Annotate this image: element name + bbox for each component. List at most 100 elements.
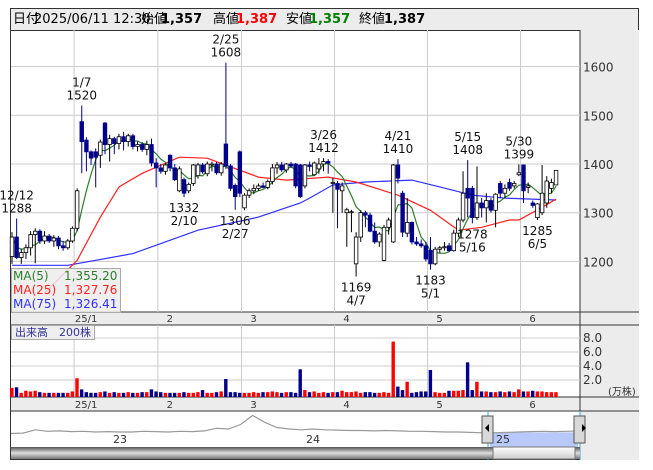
candle-body (172, 167, 177, 180)
volume-label: 出来高 200株 (11, 325, 95, 340)
candle (237, 150, 243, 198)
candle (367, 212, 373, 233)
volume-bar (303, 390, 307, 397)
candle-body (98, 141, 103, 156)
candle (418, 239, 424, 248)
candle (246, 188, 252, 199)
candle-body (330, 182, 336, 184)
volume-bar (117, 392, 121, 397)
volume-bar (56, 392, 61, 397)
volume-bar (554, 392, 558, 397)
volume-bar (489, 392, 493, 397)
candle-body (191, 164, 196, 184)
candle-body (251, 187, 256, 192)
candle (144, 140, 150, 156)
volume-bar (517, 389, 521, 397)
candle-body (535, 203, 540, 218)
candle-body (70, 227, 75, 242)
candle (228, 164, 233, 191)
candle-body (391, 164, 396, 243)
volume-bar (317, 392, 321, 397)
candle-body (181, 179, 187, 194)
legend-ma25: MA(25) 1,327.76 (12, 283, 120, 297)
volume-bar (451, 390, 456, 397)
volume-bar (182, 392, 186, 397)
volume-bar (312, 391, 316, 397)
volume-bar (331, 392, 335, 397)
candle-body (9, 236, 15, 257)
volume-bar (28, 391, 33, 397)
candle-body (507, 182, 512, 189)
volume-bar (526, 391, 530, 397)
annotation-price: 1306 (220, 214, 251, 228)
candle-body (112, 138, 117, 144)
candle (191, 164, 196, 186)
legend-ma5-label: MA(5) (13, 269, 49, 283)
candle (512, 181, 517, 189)
volume-bar (214, 392, 219, 397)
legend-ma75-label: MA(75) (13, 297, 57, 311)
candle-body (265, 181, 270, 188)
candle (186, 182, 191, 194)
candle-body (553, 169, 559, 186)
volume-bar (442, 392, 447, 397)
candle-body (418, 243, 424, 247)
volume-bar (210, 392, 214, 397)
annotation-price: 1608 (211, 46, 242, 60)
annotation-date: 5/16 (459, 240, 486, 254)
navigator-scroll-thumb[interactable] (492, 446, 576, 460)
candle (344, 207, 349, 247)
candle (219, 162, 224, 176)
volume-bar (386, 392, 391, 397)
annotation-date: 12/12 (0, 189, 34, 203)
legend-ma75: MA(75) 1,326.41 (12, 297, 120, 311)
candle-body (149, 144, 154, 164)
candle (386, 217, 391, 235)
volume-bar (121, 392, 126, 397)
candle (33, 228, 38, 264)
legend-ma75-value: 1,326.41 (64, 297, 118, 311)
candle-body (465, 187, 470, 199)
candle-body (423, 245, 429, 260)
candle (377, 232, 382, 247)
x-tick-label: 3 (250, 400, 256, 411)
annotation-date: 1/7 (72, 76, 91, 90)
candle (130, 133, 136, 150)
annotation-date: 3/26 (310, 128, 337, 142)
candle-body (102, 122, 108, 145)
volume-bar (163, 392, 168, 397)
candle-body (33, 230, 38, 236)
candle-body (232, 185, 238, 198)
y-tick-label: 1200 (583, 255, 614, 269)
candle-body (344, 209, 349, 214)
annotation-price: 1520 (66, 89, 97, 103)
candle-body (284, 163, 289, 171)
candle-body (363, 212, 368, 216)
volume-bar (484, 391, 488, 397)
volume-bar (345, 392, 349, 397)
navigator-year-label: 25 (496, 433, 510, 446)
volume-bar (321, 392, 326, 397)
annotation-price: 1183 (415, 274, 446, 288)
candle-body (237, 151, 243, 194)
volume-tick-label: 4.0 (583, 359, 602, 373)
volume-bar (275, 392, 279, 397)
volume-bar (135, 392, 140, 397)
volume-bar (172, 392, 177, 397)
volume-bar (475, 381, 479, 397)
candle-body (298, 164, 303, 198)
y-tick-label: 1300 (583, 207, 614, 221)
stock-chart[interactable]: 25/125/12233445566160015001400130012008.… (0, 0, 653, 470)
volume-bar (98, 392, 102, 397)
candle (465, 160, 470, 218)
candle (409, 221, 415, 245)
volume-bar (228, 392, 233, 397)
candle-body (107, 138, 112, 145)
volume-bar (377, 392, 381, 397)
volume-bar (349, 392, 354, 397)
candle-body (349, 211, 354, 214)
candle-body (270, 167, 275, 182)
candle-body (470, 187, 475, 218)
candle (181, 177, 187, 198)
candle (428, 237, 433, 270)
